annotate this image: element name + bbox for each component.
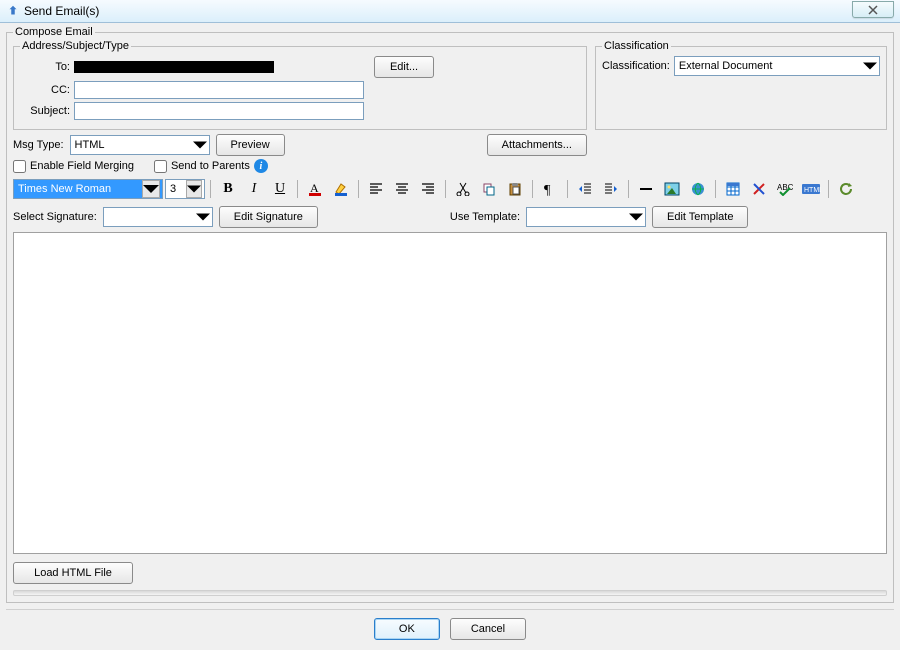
classification-legend: Classification xyxy=(602,40,671,52)
spellcheck-button[interactable]: ABC xyxy=(773,178,797,200)
cc-label: CC: xyxy=(20,84,70,96)
italic-button[interactable]: I xyxy=(242,178,266,200)
app-icon xyxy=(6,4,20,18)
title-bar: Send Email(s) xyxy=(0,0,900,23)
svg-text:HTML: HTML xyxy=(804,187,821,194)
info-icon[interactable]: i xyxy=(254,159,268,173)
bold-button[interactable]: B xyxy=(216,178,240,200)
align-left-button[interactable] xyxy=(364,178,388,200)
edit-template-button[interactable]: Edit Template xyxy=(652,206,748,228)
outdent-button[interactable] xyxy=(573,178,597,200)
subject-input[interactable] xyxy=(74,102,364,120)
copy-button[interactable] xyxy=(477,178,501,200)
font-family-value: Times New Roman xyxy=(18,183,142,195)
subject-label: Subject: xyxy=(20,105,70,117)
horizontal-rule-button[interactable] xyxy=(634,178,658,200)
chevron-down-icon xyxy=(186,180,202,198)
msgtype-label: Msg Type: xyxy=(13,139,64,151)
chevron-down-icon xyxy=(629,209,643,225)
send-to-parents-checkbox[interactable]: Send to Parents xyxy=(154,160,250,173)
signature-select[interactable] xyxy=(103,207,213,227)
editor-toolbar: Times New Roman 3 B I U A xyxy=(13,176,887,202)
compose-group: Compose Email Address/Subject/Type To: E… xyxy=(6,26,894,603)
indent-button[interactable] xyxy=(599,178,623,200)
svg-text:ABC: ABC xyxy=(777,183,793,192)
underline-button[interactable]: U xyxy=(268,178,292,200)
cc-input[interactable] xyxy=(74,81,364,99)
html-source-button[interactable]: HTML xyxy=(799,178,823,200)
enable-field-merging-label: Enable Field Merging xyxy=(30,160,134,172)
to-redacted xyxy=(74,61,274,73)
msgtype-value: HTML xyxy=(75,139,105,151)
to-label: To: xyxy=(20,61,70,73)
paragraph-button[interactable]: ¶ xyxy=(538,178,562,200)
font-color-button[interactable]: A xyxy=(303,178,327,200)
close-button[interactable] xyxy=(852,1,894,18)
insert-image-button[interactable] xyxy=(660,178,684,200)
chevron-down-icon xyxy=(196,209,210,225)
attachments-button[interactable]: Attachments... xyxy=(487,134,587,156)
classification-group: Classification Classification: External … xyxy=(595,40,887,130)
address-legend: Address/Subject/Type xyxy=(20,40,131,52)
classification-select[interactable]: External Document xyxy=(674,56,880,76)
window-title: Send Email(s) xyxy=(24,4,99,18)
load-html-file-button[interactable]: Load HTML File xyxy=(13,562,133,584)
msgtype-select[interactable]: HTML xyxy=(70,135,210,155)
align-center-button[interactable] xyxy=(390,178,414,200)
remove-format-button[interactable] xyxy=(747,178,771,200)
edit-recipients-button[interactable]: Edit... xyxy=(374,56,434,78)
chevron-down-icon xyxy=(142,180,160,198)
cancel-button[interactable]: Cancel xyxy=(450,618,526,640)
insert-link-button[interactable] xyxy=(686,178,710,200)
svg-text:¶: ¶ xyxy=(544,183,551,196)
font-size-value: 3 xyxy=(170,183,176,195)
chevron-down-icon xyxy=(863,58,877,74)
preview-button[interactable]: Preview xyxy=(216,134,285,156)
highlight-button[interactable] xyxy=(329,178,353,200)
font-family-select[interactable]: Times New Roman xyxy=(13,179,163,199)
select-signature-label: Select Signature: xyxy=(13,211,97,223)
compose-legend: Compose Email xyxy=(13,26,95,38)
svg-text:A: A xyxy=(310,181,319,195)
separator xyxy=(13,590,887,596)
cut-button[interactable] xyxy=(451,178,475,200)
message-body-editor[interactable] xyxy=(13,232,887,554)
refresh-button[interactable] xyxy=(834,178,858,200)
insert-table-button[interactable] xyxy=(721,178,745,200)
classification-label: Classification: xyxy=(602,60,670,72)
address-group: Address/Subject/Type To: Edit... CC: Sub… xyxy=(13,40,587,130)
align-right-button[interactable] xyxy=(416,178,440,200)
ok-button[interactable]: OK xyxy=(374,618,440,640)
chevron-down-icon xyxy=(193,137,207,153)
template-select[interactable] xyxy=(526,207,646,227)
paste-button[interactable] xyxy=(503,178,527,200)
enable-field-merging-checkbox[interactable]: Enable Field Merging xyxy=(13,160,134,173)
send-to-parents-label: Send to Parents xyxy=(171,160,250,172)
use-template-label: Use Template: xyxy=(450,211,520,223)
classification-value: External Document xyxy=(679,60,773,72)
edit-signature-button[interactable]: Edit Signature xyxy=(219,206,318,228)
font-size-select[interactable]: 3 xyxy=(165,179,205,199)
